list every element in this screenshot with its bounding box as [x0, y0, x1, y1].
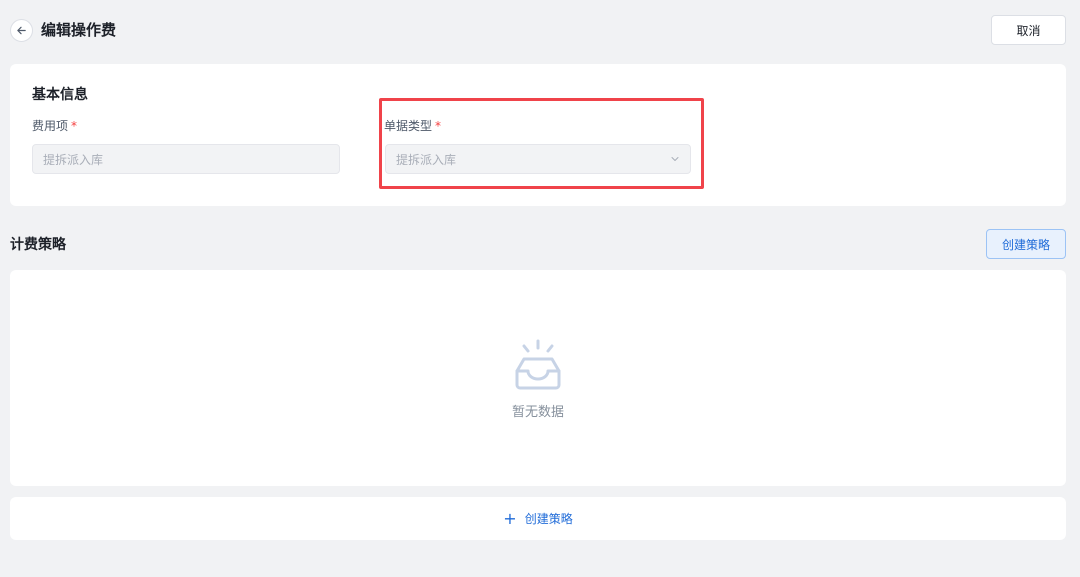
empty-inbox-icon — [515, 339, 561, 390]
strategy-list-card: 暂无数据 — [10, 270, 1066, 486]
add-strategy-label: 创建策略 — [524, 512, 573, 526]
cancel-button[interactable]: 取消 — [991, 15, 1066, 45]
page-title: 编辑操作费 — [41, 21, 117, 39]
basic-info-card: 基本信息 费用项 * 提拆派入库 单据类型 * 提拆派入库 — [10, 64, 1066, 206]
basic-info-title: 基本信息 — [32, 87, 88, 103]
empty-state-text: 暂无数据 — [511, 405, 564, 420]
required-mark: * — [71, 119, 78, 133]
billing-strategy-title: 计费策略 — [10, 237, 66, 253]
back-button[interactable] — [10, 19, 33, 42]
header: 编辑操作费 取消 — [0, 0, 1080, 60]
doc-type-select[interactable]: 提拆派入库 — [385, 144, 691, 174]
fee-item-value: 提拆派入库 — [43, 152, 104, 167]
back-arrow-icon — [17, 26, 26, 35]
required-mark: * — [435, 119, 442, 133]
create-strategy-button[interactable]: 创建策略 — [986, 229, 1066, 259]
fee-item-field[interactable]: 提拆派入库 — [32, 144, 340, 174]
doc-type-label: 单据类型 * — [384, 117, 441, 134]
fee-item-label-text: 费用项 — [32, 119, 69, 133]
add-strategy-button[interactable]: + 创建策略 — [10, 497, 1066, 540]
plus-icon: + — [503, 508, 517, 528]
fee-item-label: 费用项 * — [32, 117, 77, 134]
edit-operation-fee-page: 编辑操作费 取消 基本信息 费用项 * 提拆派入库 单据类型 * 提拆派入库 计费策… — [0, 0, 1080, 577]
doc-type-label-text: 单据类型 — [384, 119, 433, 133]
chevron-down-icon — [671, 157, 679, 161]
doc-type-value: 提拆派入库 — [396, 152, 457, 167]
